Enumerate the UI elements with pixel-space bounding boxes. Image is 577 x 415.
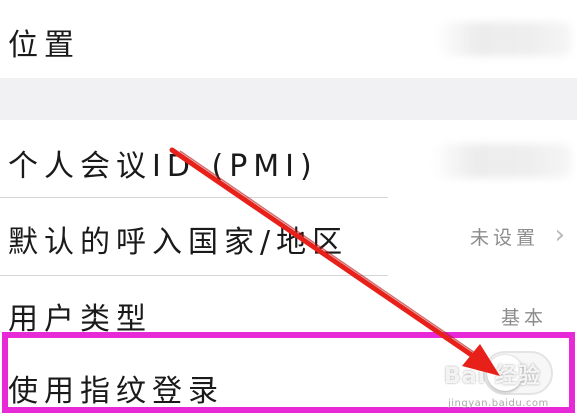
settings-row-pmi[interactable]: 个人会议ID (PMI) xyxy=(0,120,577,198)
settings-row-user-type: 用户类型 基本 xyxy=(0,276,577,337)
chevron-right-icon: › xyxy=(554,220,565,250)
default-country-value: 未设置 xyxy=(469,227,539,249)
watermark-url: jingyan.baidu.com xyxy=(448,398,549,409)
pmi-value-blurred xyxy=(432,144,572,178)
default-country-label: 默认的呼入国家/地区 xyxy=(8,225,349,260)
watermark-logo: Bai 经验 xyxy=(444,364,541,389)
settings-row-location[interactable]: 位置 xyxy=(0,0,577,78)
baidu-watermark: Bai 经验 jingyan.baidu.com xyxy=(444,358,548,409)
location-value-blurred xyxy=(436,22,572,56)
location-label: 位置 xyxy=(8,28,80,63)
settings-row-default-country[interactable]: 默认的呼入国家/地区 未设置 › xyxy=(0,198,577,276)
pmi-label: 个人会议ID (PMI) xyxy=(8,149,318,184)
section-gap xyxy=(0,78,577,120)
user-type-value: 基本 xyxy=(500,307,547,329)
